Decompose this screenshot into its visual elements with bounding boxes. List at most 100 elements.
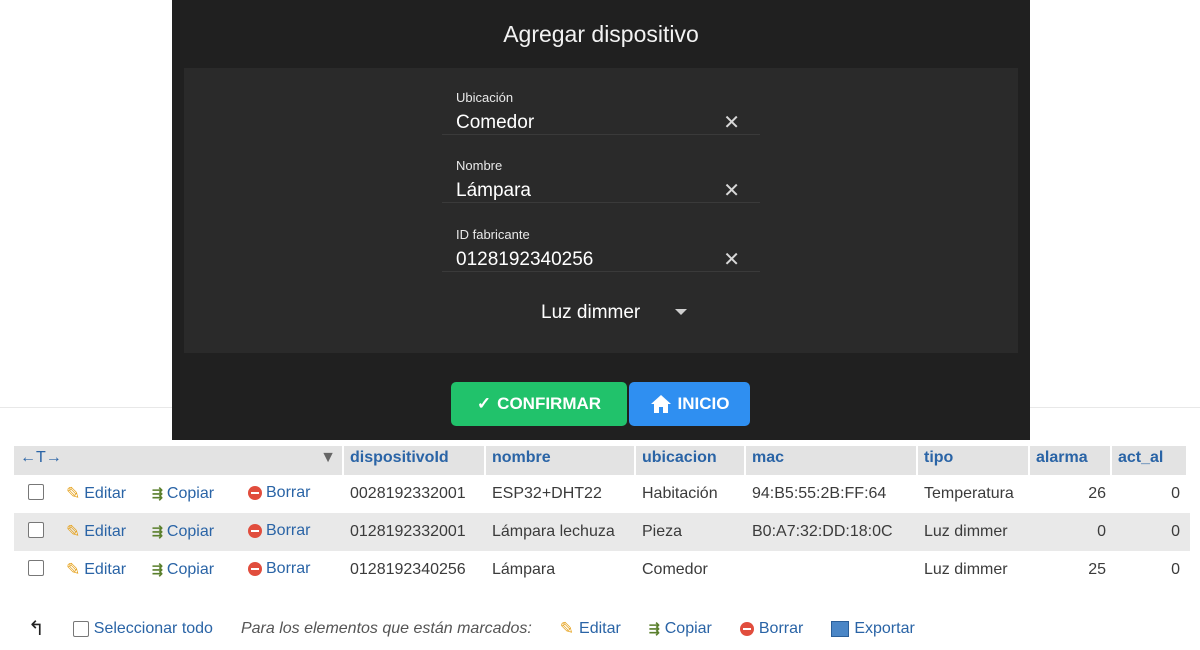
pencil-icon: ✎ [559,618,575,638]
bulk-copy-label: Copiar [664,619,712,637]
pencil-icon: ✎ [66,522,81,541]
table-row: ✎ Editar ⇶ Copiar Borrar 0028192332001 ESP… [14,475,1190,513]
bulk-edit-label: Editar [579,619,621,637]
table-header: ←T→ ▼ dispositivoId nombre ubicacion mac… [14,446,1190,475]
cell-ubicacion: Habitación [642,485,718,502]
delete-icon [248,485,262,500]
delete-label: Borrar [266,483,311,501]
col-tipo[interactable]: tipo [918,446,1028,475]
home-button[interactable]: INICIO [629,382,750,426]
select-all-label[interactable]: Seleccionar todo [94,620,213,638]
modal-form: Ubicación Comedor ✕ Nombre Lámpara ✕ ID … [184,68,1018,353]
table-row: ✎ Editar ⇶ Copiar Borrar 0128192340256 Lám… [14,551,1190,589]
column-arrows-icon[interactable]: ←T→ [20,449,62,472]
copy-row-button[interactable]: ⇶ Copiar [152,523,214,541]
home-label: INICIO [677,394,730,413]
cell-alarma: 0 [1097,523,1106,540]
row-checkbox[interactable] [28,483,44,500]
cell-act-al: 0 [1171,523,1180,540]
copy-icon: ⇶ [152,524,163,539]
check-icon: ✓ [476,394,492,413]
confirm-button[interactable]: ✓ CONFIRMAR [451,382,627,426]
cell-dispositivoid: 0128192332001 [350,523,466,540]
cell-ubicacion: Comedor [642,561,708,578]
edit-row-button[interactable]: ✎ Editar [66,522,126,542]
col-mac[interactable]: mac [746,446,916,475]
cell-dispositivoid: 0028192332001 [350,485,466,502]
col-nombre[interactable]: nombre [486,446,634,475]
bulk-delete-button[interactable]: Borrar [739,619,804,638]
marked-note: Para los elementos que están marcados: [240,619,532,637]
modal-title: Agregar dispositivo [503,20,699,47]
table-row: ✎ Editar ⇶ Copiar Borrar 0128192332001 Lám… [14,513,1190,551]
bulk-edit-button[interactable]: ✎ Editar [560,619,621,639]
cell-nombre: Lámpara lechuza [492,523,615,540]
copy-icon: ⇶ [152,562,163,577]
home-icon [650,395,671,413]
bulk-actions-bar: ↰ Seleccionar todo Para los elementos qu… [28,616,943,641]
export-icon [831,620,850,637]
cell-dispositivoid: 0128192340256 [350,561,466,578]
delete-icon [739,621,754,636]
device-type-value: Luz dimmer [541,302,641,323]
cell-tipo: Luz dimmer [924,561,1008,578]
copy-icon: ⇶ [648,620,660,636]
name-value[interactable]: Lámpara [456,180,531,202]
bulk-copy-button[interactable]: ⇶ Copiar [649,620,712,638]
location-value[interactable]: Comedor [456,112,534,134]
sort-caret-icon[interactable]: ▼ [320,449,336,472]
delete-row-button[interactable]: Borrar [248,484,310,502]
pencil-icon: ✎ [66,560,81,579]
export-button[interactable]: Exportar [831,619,915,638]
delete-label: Borrar [266,521,311,539]
bulk-delete-label: Borrar [758,619,804,637]
cell-ubicacion: Pieza [642,523,683,540]
cell-mac: B0:A7:32:DD:18:0C [752,523,893,540]
copy-label: Copiar [166,561,215,578]
row-checkbox[interactable] [28,521,44,538]
copy-row-button[interactable]: ⇶ Copiar [152,561,214,579]
cell-alarma: 26 [1088,485,1106,502]
clear-manufacturer-id-icon[interactable]: ✕ [723,247,740,272]
devices-table: ←T→ ▼ dispositivoId nombre ubicacion mac… [14,446,1190,589]
delete-row-button[interactable]: Borrar [248,522,310,540]
cell-nombre: ESP32+DHT22 [492,485,602,502]
col-act-al[interactable]: act_al [1112,446,1186,475]
manufacturer-id-label: ID fabricante [456,227,530,242]
row-checkbox[interactable] [28,559,44,576]
clear-location-icon[interactable]: ✕ [723,110,740,135]
column-resize-header[interactable]: ←T→ ▼ [14,446,342,475]
delete-label: Borrar [266,559,311,577]
location-field[interactable]: Ubicación Comedor ✕ [442,68,760,135]
col-alarma[interactable]: alarma [1030,446,1110,475]
col-dispositivoid[interactable]: dispositivoId [344,446,484,475]
select-all[interactable]: Seleccionar todo [72,620,213,638]
arrow-up-icon: ↰ [28,618,45,640]
manufacturer-id-value[interactable]: 0128192340256 [456,249,593,271]
cell-nombre: Lámpara [492,561,556,578]
edit-label: Editar [84,561,127,578]
copy-label: Copiar [166,485,215,502]
delete-icon [248,561,262,576]
pencil-icon: ✎ [66,484,81,503]
clear-name-icon[interactable]: ✕ [723,178,740,203]
device-type-select[interactable]: Luz dimmer [529,298,689,328]
cell-act-al: 0 [1171,561,1180,578]
select-all-checkbox[interactable] [72,620,89,637]
delete-row-button[interactable]: Borrar [248,560,310,578]
copy-row-button[interactable]: ⇶ Copiar [152,485,214,503]
name-field[interactable]: Nombre Lámpara ✕ [442,136,760,203]
cell-tipo: Temperatura [924,485,1014,502]
copy-label: Copiar [166,523,215,540]
cell-mac: 94:B5:55:2B:FF:64 [752,485,887,502]
edit-row-button[interactable]: ✎ Editar [66,560,126,580]
location-label: Ubicación [456,90,514,105]
export-label: Exportar [854,619,915,637]
add-device-modal: Agregar dispositivo Ubicación Comedor ✕ … [172,0,1030,440]
name-label: Nombre [456,158,503,173]
col-ubicacion[interactable]: ubicacion [636,446,744,475]
edit-row-button[interactable]: ✎ Editar [66,484,126,504]
manufacturer-id-field[interactable]: ID fabricante 0128192340256 ✕ [442,205,760,272]
edit-label: Editar [84,523,127,540]
delete-icon [248,523,262,538]
